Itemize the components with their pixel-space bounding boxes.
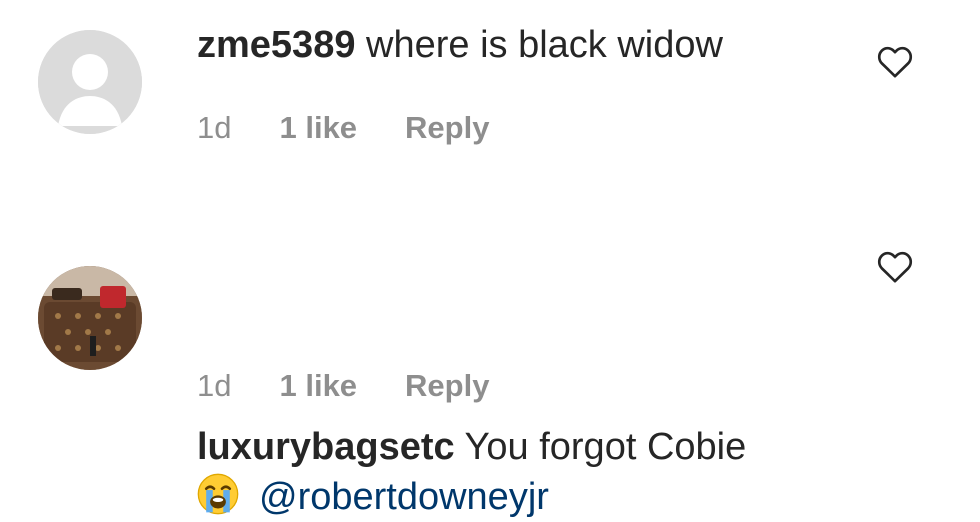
- comment-item: zme5389 where is black widow 1d 1 like R…: [0, 0, 980, 200]
- comment-time[interactable]: 1d: [197, 108, 231, 148]
- loudly-crying-face-emoji: [197, 473, 239, 515]
- comment-content: luxurybagsetc You forgot Cobie @robertdo…: [197, 422, 870, 522]
- comment-time[interactable]: 1d: [197, 366, 231, 406]
- like-heart-icon[interactable]: [875, 247, 915, 287]
- comment-item: luxurybagsetc You forgot Cobie @robertdo…: [0, 200, 980, 518]
- comment-content: zme5389 where is black widow: [197, 20, 870, 70]
- comment-meta: 1d 1 like Reply: [197, 108, 489, 148]
- avatar[interactable]: [38, 266, 142, 370]
- reply-button[interactable]: Reply: [405, 108, 489, 148]
- avatar[interactable]: [38, 30, 142, 134]
- bag-photo-avatar: [38, 266, 142, 370]
- likes-count[interactable]: 1 like: [279, 108, 357, 148]
- comment-text: where is black widow: [366, 24, 723, 66]
- username-link[interactable]: luxurybagsetc: [197, 426, 455, 468]
- username-link[interactable]: zme5389: [197, 24, 355, 66]
- default-avatar-icon: [38, 30, 142, 134]
- comment-text: You forgot Cobie: [464, 426, 747, 468]
- mention-link[interactable]: @robertdowneyjr: [259, 476, 549, 518]
- reply-button[interactable]: Reply: [405, 366, 489, 406]
- comment-meta: 1d 1 like Reply: [197, 366, 489, 406]
- like-heart-icon[interactable]: [875, 42, 915, 82]
- comment-text-line: zme5389 where is black widow: [197, 20, 870, 70]
- comment-text-line-2: @robertdowneyjr: [197, 472, 870, 522]
- likes-count[interactable]: 1 like: [279, 366, 357, 406]
- comment-text-line: luxurybagsetc You forgot Cobie: [197, 422, 870, 472]
